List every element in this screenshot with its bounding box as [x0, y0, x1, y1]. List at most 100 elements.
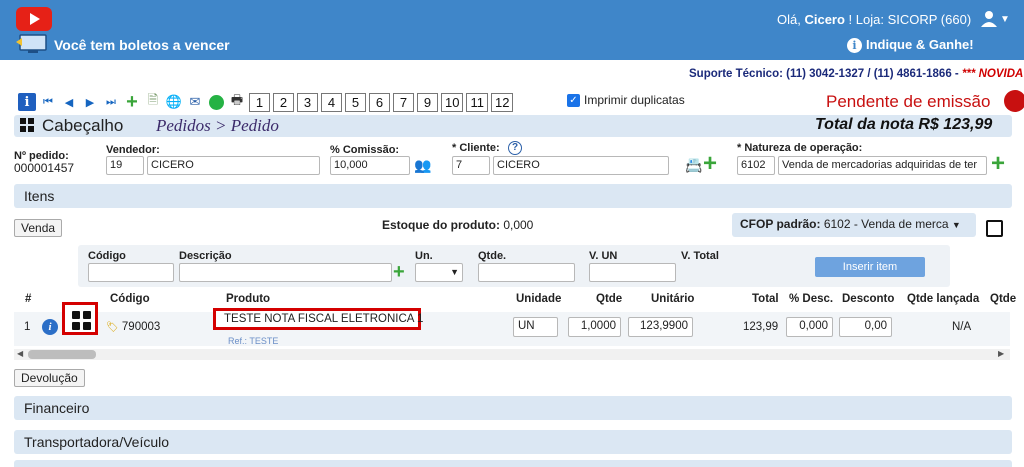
page-link-3[interactable]: 3	[297, 92, 318, 112]
row-ref: Ref.: TESTE	[228, 336, 279, 346]
page-link-10[interactable]: 10	[441, 92, 464, 112]
itens-section[interactable]	[14, 184, 1012, 208]
printer-icon[interactable]: 🖶	[228, 92, 246, 111]
row-num: 1	[24, 321, 31, 333]
scroll-left-icon[interactable]: ◀	[17, 349, 23, 358]
natureza-label: * Natureza de operação:	[737, 142, 863, 154]
comissao-input[interactable]: 10,000	[330, 156, 410, 175]
inserir-item-button[interactable]: Inserir item	[815, 257, 925, 277]
col-header-desconto: Desconto	[842, 293, 895, 305]
add-natureza-icon[interactable]: +	[991, 150, 1005, 178]
add-vun-label: V. UN	[589, 250, 618, 262]
col-header-unidade: Unidade	[516, 293, 562, 305]
horizontal-scrollbar[interactable]	[14, 349, 1010, 360]
add-codigo-label: Código	[88, 250, 126, 262]
row-desconto-input[interactable]: 0,00	[839, 317, 892, 337]
row-produto[interactable]: TESTE NOTA FISCAL ELETRONICA 1	[213, 308, 423, 330]
col-header-qtde-extra: Qtde	[990, 293, 1017, 305]
vendedor-code-input[interactable]: 19	[106, 156, 144, 175]
row-codigo[interactable]: 🏷 790003	[106, 321, 160, 333]
add-descricao-label: Descrição	[179, 250, 232, 262]
page-link-4[interactable]: 4	[321, 92, 342, 112]
people-icon[interactable]: 👥	[414, 157, 431, 174]
boletos-alert[interactable]: Você tem boletos a vencer	[54, 37, 230, 53]
natureza-desc-input[interactable]: Venda de mercadorias adquiridas de ter	[778, 156, 987, 175]
col-header-unitario: Unitário	[651, 293, 695, 305]
estoque-info: Estoque do produto: 0,000	[382, 218, 534, 232]
status-icon	[1004, 90, 1024, 112]
total-nota: Total da nota R$ 123,99	[815, 116, 993, 133]
col-header-num: #	[25, 293, 32, 305]
page-link-11[interactable]: 11	[466, 92, 488, 112]
chevron-down-icon: ▼	[450, 267, 459, 277]
cfop-select[interactable]: CFOP padrão: 6102 - Venda de merca ▼	[732, 213, 976, 237]
checkbox-checked-icon[interactable]: ✓	[567, 93, 580, 107]
next-section[interactable]	[14, 460, 1012, 467]
natureza-code-input[interactable]: 6102	[737, 156, 775, 175]
first-page-icon[interactable]: ⏮	[39, 93, 57, 111]
cliente-code-input[interactable]: 7	[452, 156, 490, 175]
page-link-2[interactable]: 2	[273, 92, 294, 112]
globe-icon[interactable]: 🌐	[165, 93, 183, 111]
info-button-icon[interactable]: i	[18, 93, 36, 111]
devolucao-button[interactable]: Devolução	[14, 369, 85, 387]
contact-card-icon[interactable]: 📇	[685, 157, 702, 174]
add-descricao-input[interactable]	[179, 263, 392, 282]
chevron-down-icon[interactable]: ▼	[1000, 14, 1010, 25]
row-desc-input[interactable]: 0,000	[786, 317, 833, 337]
page-link-7[interactable]: 7	[393, 92, 414, 112]
add-qtde-input[interactable]	[478, 263, 575, 282]
section-title: Cabeçalho	[42, 116, 124, 135]
add-icon[interactable]: +	[123, 91, 141, 113]
next-page-icon[interactable]: ▶	[81, 93, 99, 111]
email-icon[interactable]: ✉	[186, 93, 204, 111]
transportadora-title: Transportadora/Veículo	[24, 434, 170, 450]
page-link-6[interactable]: 6	[369, 92, 390, 112]
page-link-1[interactable]: 1	[249, 92, 270, 112]
info-icon[interactable]: i	[42, 319, 58, 335]
add-codigo-input[interactable]	[88, 263, 174, 282]
col-header-desc: % Desc.	[789, 293, 834, 305]
vendedor-name-input[interactable]: CICERO	[147, 156, 320, 175]
chevron-down-icon: ▼	[951, 220, 961, 230]
row-qtde-input[interactable]: 1,0000	[568, 317, 621, 337]
add-product-icon[interactable]: +	[393, 261, 405, 284]
cliente-label: * Cliente:	[452, 142, 500, 154]
add-vtotal-label: V. Total	[681, 250, 719, 262]
user-icon[interactable]	[980, 10, 998, 28]
status-badge: Pendente de emissão	[826, 92, 991, 111]
financeiro-title: Financeiro	[24, 400, 90, 416]
last-page-icon[interactable]: ⏭	[102, 93, 120, 111]
page-link-9[interactable]: 9	[417, 92, 438, 112]
add-un-select[interactable]: ▼	[415, 263, 463, 282]
grid-icon-square	[83, 322, 91, 330]
add-qtde-label: Qtde.	[478, 250, 507, 262]
imprimir-duplicatas-checkbox[interactable]: ✓ Imprimir duplicatas	[567, 93, 685, 107]
row-total: 123,99	[743, 321, 779, 333]
grid-menu-button[interactable]	[62, 302, 98, 335]
scroll-right-icon[interactable]: ▶	[998, 349, 1004, 358]
user-greeting: Olá, Cicero ! Loja: SICORP (660)	[777, 12, 972, 27]
info-icon: i	[847, 38, 862, 53]
whatsapp-icon[interactable]	[207, 93, 225, 111]
youtube-icon[interactable]	[16, 7, 52, 31]
financeiro-section[interactable]	[14, 396, 1012, 420]
scroll-thumb[interactable]	[28, 350, 96, 359]
cliente-name-input[interactable]: CICERO	[493, 156, 669, 175]
breadcrumb: Pedidos > Pedido	[156, 116, 279, 135]
add-vun-input[interactable]	[589, 263, 676, 282]
add-un-label: Un.	[415, 250, 433, 262]
row-unidade-input[interactable]: UN	[513, 317, 558, 337]
page-link-12[interactable]: 12	[490, 92, 514, 112]
expand-icon[interactable]	[986, 220, 1003, 237]
prev-page-icon[interactable]: ◀	[60, 93, 78, 111]
indique-link[interactable]: i Indique & Ganhe!	[847, 37, 974, 53]
row-unitario-input[interactable]: 123,9900	[628, 317, 693, 337]
add-cliente-icon[interactable]: +	[703, 150, 717, 178]
itens-title: Itens	[24, 188, 55, 204]
page-link-5[interactable]: 5	[345, 92, 366, 112]
col-header-codigo: Código	[110, 293, 150, 305]
help-icon[interactable]: ?	[508, 141, 522, 155]
venda-button[interactable]: Venda	[14, 219, 63, 237]
document-icon[interactable]: 🗎	[144, 92, 162, 111]
